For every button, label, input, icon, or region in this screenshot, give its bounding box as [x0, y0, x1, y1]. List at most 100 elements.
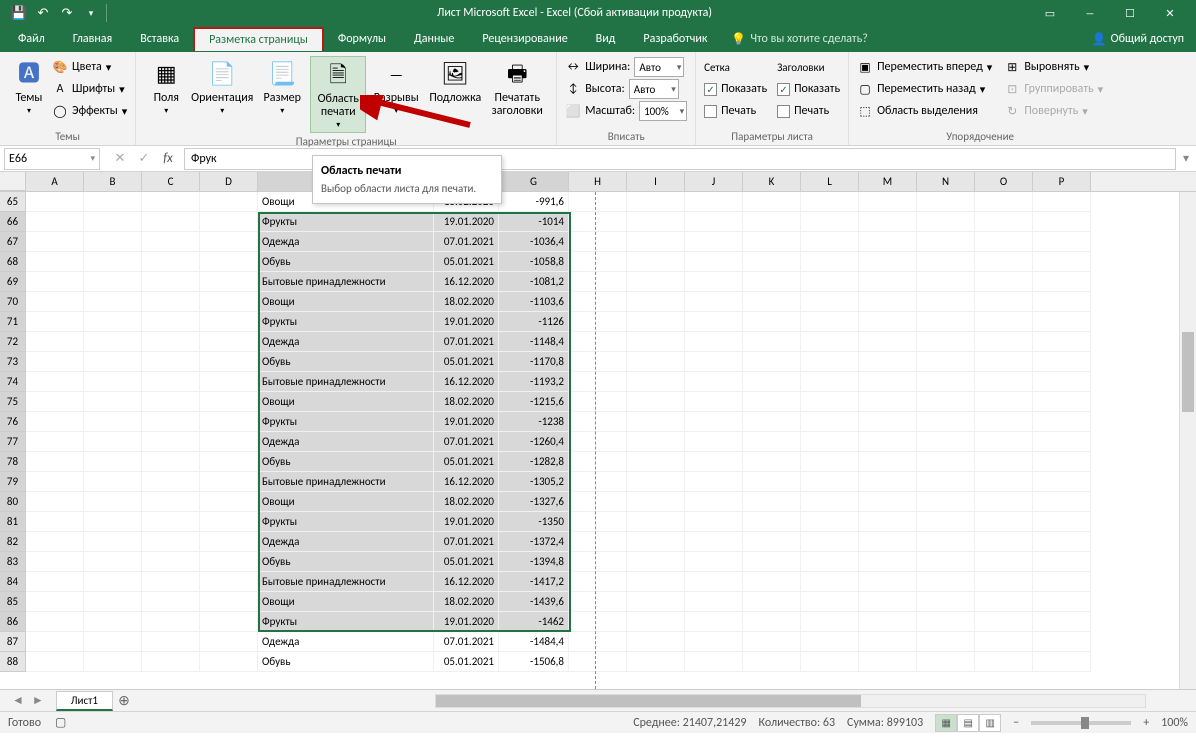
undo-icon[interactable]: ↶	[32, 2, 54, 24]
cell[interactable]: 18.02.2020	[434, 292, 499, 312]
col-header-D[interactable]: D	[200, 172, 258, 191]
cell[interactable]	[743, 292, 801, 312]
cell[interactable]	[569, 592, 627, 612]
row-header[interactable]: 85	[0, 592, 26, 612]
cell[interactable]	[26, 392, 84, 412]
cell[interactable]	[685, 372, 743, 392]
cell[interactable]: Бытовые принадлежности	[258, 472, 434, 492]
close-icon[interactable]: ✕	[1152, 2, 1188, 24]
cell[interactable]	[685, 232, 743, 252]
cell[interactable]	[685, 212, 743, 232]
align-button[interactable]: ⊞Выровнять ▾	[1004, 56, 1103, 78]
cell[interactable]	[685, 332, 743, 352]
cell[interactable]	[1033, 452, 1091, 472]
cell[interactable]	[84, 492, 142, 512]
cell[interactable]	[743, 212, 801, 232]
share-button[interactable]: 👤Общий доступ	[1084, 32, 1192, 47]
cell[interactable]	[569, 452, 627, 472]
cell[interactable]	[917, 512, 975, 532]
tab-page-layout[interactable]: Разметка страницы	[193, 27, 324, 51]
cell[interactable]	[917, 452, 975, 472]
row-header[interactable]: 73	[0, 352, 26, 372]
cell[interactable]: -1372,4	[499, 532, 569, 552]
cell[interactable]	[569, 632, 627, 652]
col-header-J[interactable]: J	[685, 172, 743, 191]
row-header[interactable]: 70	[0, 292, 26, 312]
cell[interactable]: Обувь	[258, 652, 434, 672]
cell[interactable]	[200, 552, 258, 572]
cell[interactable]	[200, 372, 258, 392]
cell[interactable]: -1193,2	[499, 372, 569, 392]
col-header-C[interactable]: C	[142, 172, 200, 191]
print-titles-button[interactable]: 🖶Печатать заголовки	[486, 56, 548, 120]
cell[interactable]	[685, 492, 743, 512]
cell[interactable]	[569, 332, 627, 352]
cell[interactable]	[859, 592, 917, 612]
cell[interactable]	[1033, 592, 1091, 612]
scale-width-combo[interactable]: Авто	[634, 57, 684, 77]
cell[interactable]	[801, 492, 859, 512]
cell[interactable]	[743, 332, 801, 352]
cell[interactable]	[84, 272, 142, 292]
row-header[interactable]: 76	[0, 412, 26, 432]
cell[interactable]: Бытовые принадлежности	[258, 572, 434, 592]
cell[interactable]	[84, 472, 142, 492]
cell[interactable]	[1033, 272, 1091, 292]
cell[interactable]	[142, 272, 200, 292]
cell[interactable]	[142, 392, 200, 412]
cell[interactable]: Фрукты	[258, 612, 434, 632]
cell[interactable]	[200, 252, 258, 272]
tab-developer[interactable]: Разработчик	[629, 27, 721, 51]
cell[interactable]	[975, 232, 1033, 252]
horizontal-scrollbar[interactable]	[435, 694, 1146, 708]
cell[interactable]	[1033, 612, 1091, 632]
cell[interactable]	[200, 352, 258, 372]
cell[interactable]	[200, 512, 258, 532]
cell[interactable]	[1033, 352, 1091, 372]
cell[interactable]	[743, 532, 801, 552]
cell[interactable]	[627, 192, 685, 212]
cell[interactable]	[627, 492, 685, 512]
cell[interactable]	[685, 432, 743, 452]
row-header[interactable]: 71	[0, 312, 26, 332]
cell[interactable]	[84, 612, 142, 632]
cell[interactable]	[685, 652, 743, 672]
cell[interactable]	[801, 372, 859, 392]
cell[interactable]	[84, 312, 142, 332]
macro-record-icon[interactable]: ▢	[55, 715, 66, 730]
cell[interactable]	[627, 252, 685, 272]
cell[interactable]: -1417,2	[499, 572, 569, 592]
cell[interactable]: Фрукты	[258, 412, 434, 432]
row-header[interactable]: 77	[0, 432, 26, 452]
cell[interactable]	[627, 592, 685, 612]
themes-button[interactable]: 🅰 Темы▾	[8, 56, 50, 118]
cell[interactable]	[801, 572, 859, 592]
cell[interactable]	[743, 192, 801, 212]
row-header[interactable]: 68	[0, 252, 26, 272]
cell[interactable]	[801, 332, 859, 352]
formula-expand-icon[interactable]: ▾	[1176, 151, 1196, 166]
cell[interactable]	[685, 552, 743, 572]
cell[interactable]	[1033, 552, 1091, 572]
effects-button[interactable]: ◯Эффекты ▾	[52, 100, 127, 122]
cell[interactable]	[917, 532, 975, 552]
cell[interactable]	[743, 652, 801, 672]
col-header-I[interactable]: I	[627, 172, 685, 191]
cell[interactable]	[1033, 232, 1091, 252]
cell[interactable]	[26, 592, 84, 612]
rotate-button[interactable]: ↻Повернуть ▾	[1004, 100, 1103, 122]
cell[interactable]	[859, 232, 917, 252]
cell[interactable]	[26, 192, 84, 212]
cell[interactable]	[26, 352, 84, 372]
cell[interactable]	[975, 292, 1033, 312]
cell[interactable]	[26, 472, 84, 492]
cell[interactable]: -1170,8	[499, 352, 569, 372]
cell[interactable]	[569, 272, 627, 292]
cell[interactable]: -1014	[499, 212, 569, 232]
cell[interactable]	[1033, 412, 1091, 432]
cell[interactable]	[917, 312, 975, 332]
cell[interactable]	[142, 592, 200, 612]
cell[interactable]	[859, 412, 917, 432]
cell[interactable]	[26, 652, 84, 672]
cell[interactable]: Одежда	[258, 332, 434, 352]
